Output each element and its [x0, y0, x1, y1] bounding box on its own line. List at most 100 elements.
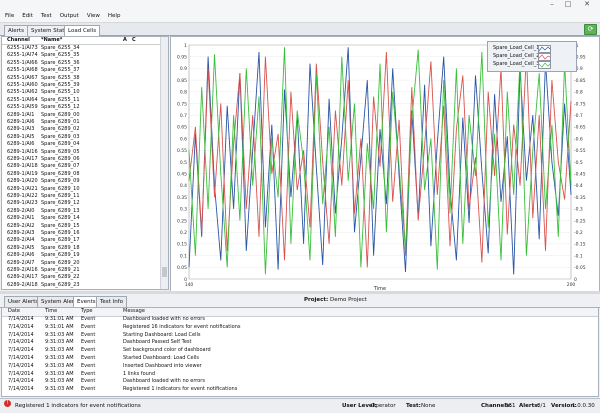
column-header-type[interactable]: Type	[81, 308, 92, 316]
channel-row[interactable]: 6289-1/AI1 Spare_6289_00	[2, 112, 160, 119]
channel-row[interactable]: 6255-1/AI60 Spare_6255_39	[2, 82, 160, 89]
channel-id: 6289-2/AI16	[7, 267, 38, 273]
y-tick-label-right: -0.7	[574, 113, 583, 119]
event-time: 9:31:03 AM	[45, 378, 74, 385]
channel-name: Spare_6289_19	[41, 252, 80, 259]
x-tick-label: 140	[185, 282, 194, 288]
channel-name: Spare_6255_35	[41, 52, 80, 59]
channel-row[interactable]: 6255-1/AI62 Spare_6255_10	[2, 89, 160, 96]
channel-id: 6255-1/AI67	[7, 74, 38, 81]
channel-row[interactable]: 6289-2/AI3 Spare_6289_16	[2, 230, 160, 237]
error-icon[interactable]: !	[4, 400, 11, 407]
y-tick-label-left: 0.4	[180, 183, 187, 189]
event-message: Set background color of dashboard	[123, 347, 211, 354]
channel-id: 6255-1/AI60	[7, 82, 38, 88]
channel-row[interactable]: 6255-1/AI66 Spare_6255_36	[2, 60, 160, 67]
menu-view[interactable]: View	[82, 13, 103, 19]
column-header-message[interactable]: Message	[123, 308, 145, 316]
event-row[interactable]: 7/14/2014 9:31:03 AM Event Set background c…	[2, 347, 598, 355]
channel-row[interactable]: 6289-1/AI20 Spare_6289_09	[2, 178, 160, 185]
tab-test-info[interactable]: Test Info	[96, 296, 127, 307]
channel-row[interactable]: 6255-1/AI67 Spare_6255_38	[2, 75, 160, 82]
channel-row[interactable]: 6255-1/AI68 Spare_6255_37	[2, 67, 160, 74]
event-time: 9:31:03 AM	[45, 362, 74, 369]
refresh-button[interactable]: ⟳	[584, 24, 597, 35]
minimize-button[interactable]: –	[545, 0, 559, 8]
column-header-c[interactable]: C	[132, 37, 136, 43]
channel-name: Spare_6289_21	[41, 267, 80, 273]
pane-splitter[interactable]	[0, 291, 600, 294]
event-row[interactable]: 7/14/2014 9:31:01 AM Event Dashboard loaded…	[2, 316, 598, 324]
channel-name: Spare_6255_34	[41, 45, 80, 51]
channel-row[interactable]: 6289-1/AI6 Spare_6289_04	[2, 141, 160, 148]
channel-row[interactable]: 6289-2/AI2 Spare_6289_15	[2, 223, 160, 230]
channel-row[interactable]: 6289-1/AI23 Spare_6289_12	[2, 200, 160, 207]
channel-row[interactable]: 6289-1/AI5 Spare_6289_03	[2, 134, 160, 141]
channel-row[interactable]: 6289-2/AI18 Spare_6289_23	[2, 282, 160, 289]
channel-row[interactable]: 6289-2/AI0 Spare_6289_13	[2, 208, 160, 215]
channel-row[interactable]: 6255-1/AI74 Spare_6255_35	[2, 52, 160, 59]
menu-edit[interactable]: Edit	[17, 13, 36, 19]
event-row[interactable]: 7/14/2014 9:31:03 AM Event Dashboard loaded…	[2, 378, 598, 386]
tab-alerts[interactable]: Alerts	[4, 25, 28, 36]
event-date: 7/14/2014	[8, 378, 34, 385]
channel-list-scrollbar[interactable]	[160, 37, 168, 289]
channel-row[interactable]: 6289-2/AI17 Spare_6289_22	[2, 274, 160, 281]
channel-id: 6289-2/AI7	[7, 259, 35, 266]
channel-row[interactable]: 6289-1/AI21 Spare_6289_10	[2, 186, 160, 193]
channel-row[interactable]: 6289-2/AI4 Spare_6289_17	[2, 237, 160, 244]
column-header-date[interactable]: Date	[8, 308, 20, 316]
channel-name: Spare_6289_07	[41, 163, 80, 170]
channel-name: Spare_6289_10	[41, 185, 80, 192]
event-row[interactable]: 7/14/2014 9:31:03 AM Event Started Dashboar…	[2, 355, 598, 363]
channel-row[interactable]: 6289-2/AI16 Spare_6289_21	[2, 267, 160, 274]
event-row[interactable]: 7/14/2014 9:31:03 AM Event Inserted Dashboa…	[2, 363, 598, 371]
channel-row[interactable]: 6289-1/AI16 Spare_6289_05	[2, 149, 160, 156]
y-tick-label-left: 0.65	[177, 125, 187, 131]
maximize-button[interactable]: □	[561, 0, 575, 8]
y-tick-label-right: -0.45	[574, 172, 586, 178]
channel-row[interactable]: 6255-1/AI73 Spare_6255_34	[2, 45, 160, 52]
menu-help[interactable]: Help	[103, 13, 124, 19]
column-header-a[interactable]: A	[123, 37, 127, 43]
event-message: Starting Dashboard: Load Cells	[123, 331, 201, 338]
menu-file[interactable]: File	[0, 13, 17, 19]
y-tick-label-left: 0.35	[177, 195, 187, 201]
channel-id: 6289-1/AI16	[7, 148, 38, 155]
channel-row[interactable]: 6289-1/AI17 Spare_6289_06	[2, 156, 160, 163]
column-header-name[interactable]: *Name*	[41, 37, 62, 43]
alerts-value: 0/1	[537, 403, 546, 409]
channel-row[interactable]: 6289-1/AI22 Spare_6289_11	[2, 193, 160, 200]
channel-row[interactable]: 6289-2/AI1 Spare_6289_14	[2, 215, 160, 222]
event-row[interactable]: 7/14/2014 9:31:03 AM Event Starting Dashboa…	[2, 332, 598, 340]
scrollbar-thumb[interactable]	[162, 267, 167, 277]
close-button[interactable]: ✕	[577, 0, 597, 8]
event-type: Event	[81, 355, 96, 361]
channel-row[interactable]: 6289-2/AI5 Spare_6289_18	[2, 245, 160, 252]
channel-row[interactable]: 6289-2/AI7 Spare_6289_20	[2, 260, 160, 267]
event-type: Event	[81, 316, 96, 322]
event-row[interactable]: 7/14/2014 9:31:03 AM Event 1 links found	[2, 371, 598, 379]
event-time: 9:31:03 AM	[45, 347, 74, 354]
event-time: 9:31:03 AM	[45, 355, 74, 361]
channel-id: 6289-1/AI22	[7, 193, 38, 199]
event-row[interactable]: 7/14/2014 9:31:03 AM Event Registered 1 ind…	[2, 386, 598, 394]
menu-output[interactable]: Output	[55, 13, 82, 19]
event-message: Registered 1 indicators for event notifi…	[123, 386, 238, 393]
events-grid: Date Time Type Message 7/14/2014 9:31:01 …	[1, 307, 599, 397]
channel-name: Spare_6289_01	[41, 119, 80, 125]
channel-row[interactable]: 6255-1/AI64 Spare_6255_11	[2, 97, 160, 104]
event-row[interactable]: 7/14/2014 9:31:01 AM Event Registered 16 in…	[2, 324, 598, 332]
channel-row[interactable]: 6289-1/AI19 Spare_6289_08	[2, 171, 160, 178]
channel-row[interactable]: 6289-1/AI3 Spare_6289_02	[2, 126, 160, 133]
channel-row[interactable]: 6289-1/AI6 Spare_6289_01	[2, 119, 160, 126]
project-label: Project:	[304, 297, 329, 303]
channel-row[interactable]: 6289-2/AI6 Spare_6289_19	[2, 252, 160, 259]
channel-row[interactable]: 6255-1/AI59 Spare_6255_12	[2, 104, 160, 111]
column-header-time[interactable]: Time	[45, 308, 57, 316]
channel-row[interactable]: 6289-1/AI18 Spare_6289_07	[2, 163, 160, 170]
event-row[interactable]: 7/14/2014 9:31:03 AM Event Dashboard Passed…	[2, 339, 598, 347]
menu-test[interactable]: Test	[36, 13, 55, 19]
y-tick-label-left: 0.75	[177, 101, 187, 107]
column-header-channel[interactable]: Channel	[7, 37, 30, 43]
